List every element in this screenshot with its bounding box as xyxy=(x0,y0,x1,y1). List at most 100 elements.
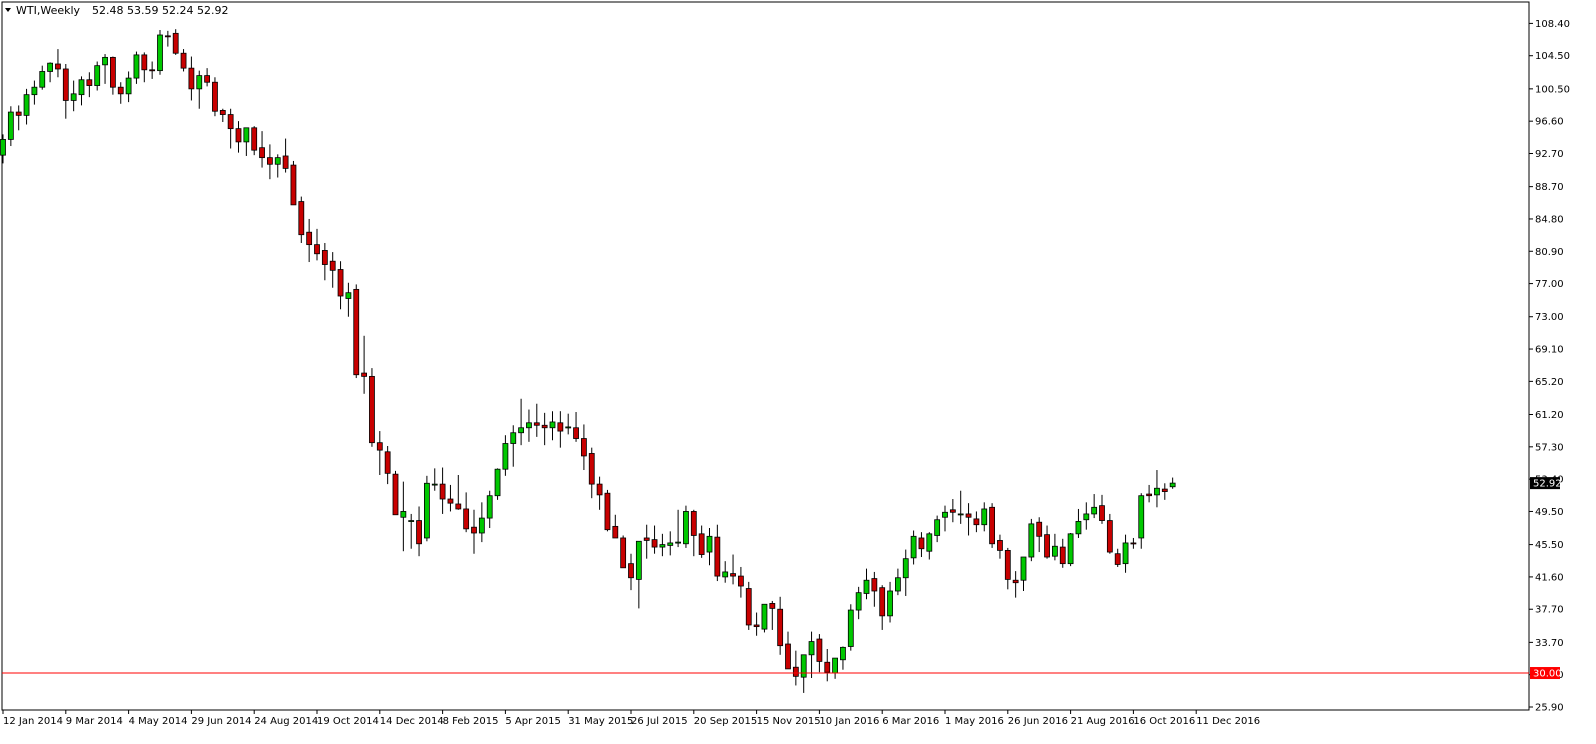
candle-body xyxy=(785,643,791,670)
x-tick-label: 31 May 2015 xyxy=(568,716,633,727)
candle xyxy=(1028,518,1035,562)
candle-body xyxy=(808,641,815,656)
candle-body xyxy=(227,114,234,130)
candle-body xyxy=(188,67,195,90)
x-tick-label: 16 Oct 2016 xyxy=(1133,716,1195,727)
candle-body xyxy=(934,519,941,536)
candle xyxy=(157,30,163,75)
x-tick-label: 1 May 2016 xyxy=(945,716,1004,727)
candle-body xyxy=(620,537,627,569)
candle-body xyxy=(212,81,218,112)
x-tick-label: 26 Jun 2016 xyxy=(1008,716,1068,727)
candle-body xyxy=(455,503,462,510)
candle xyxy=(369,368,375,447)
candle-body xyxy=(792,666,799,677)
candle-body xyxy=(902,558,909,579)
candle-body xyxy=(1146,493,1152,497)
candle-body xyxy=(533,422,540,426)
candle-body xyxy=(753,624,760,628)
candle-body xyxy=(942,511,948,518)
candle-body xyxy=(518,427,524,434)
candle-body xyxy=(879,587,886,617)
y-tick-label: 73.00 xyxy=(1535,312,1564,323)
candle-body xyxy=(840,646,846,661)
candle-body xyxy=(1169,482,1176,488)
candle-body xyxy=(282,155,289,169)
candle-body xyxy=(329,260,336,271)
candle-body xyxy=(596,483,603,496)
x-tick-label: 5 Apr 2015 xyxy=(505,716,560,727)
candle-body xyxy=(1138,495,1145,539)
y-tick-label: 84.80 xyxy=(1535,214,1564,225)
x-tick-label: 12 Jan 2014 xyxy=(3,716,63,727)
candle-body xyxy=(478,517,485,534)
y-tick-label: 80.90 xyxy=(1535,247,1564,258)
candle-body xyxy=(55,63,61,70)
plot-frame xyxy=(1,1,1530,711)
candle-body xyxy=(1099,505,1105,521)
x-tick-label: 29 Jun 2014 xyxy=(191,716,251,727)
candle-body xyxy=(70,93,77,101)
candle xyxy=(172,29,179,55)
candle-body xyxy=(918,537,925,550)
candle-body xyxy=(855,592,862,611)
candle-body xyxy=(1083,513,1090,521)
candle-body xyxy=(557,422,564,432)
candle-body xyxy=(816,638,823,662)
candle-body xyxy=(887,590,893,617)
price-chart[interactable]: WTI,Weekly 52.48 53.59 52.24 52.92 108.4… xyxy=(0,0,1596,744)
candle-body xyxy=(1028,523,1035,558)
candle-body xyxy=(384,451,391,474)
candle-body xyxy=(824,661,831,673)
candle-body xyxy=(635,540,642,580)
candle-body xyxy=(376,442,383,451)
y-tick-label: 69.10 xyxy=(1535,345,1564,356)
candle-body xyxy=(588,453,595,485)
price-axis: 108.40 104.50 100.50 96.60 92.70 88.70 84.80 80… xyxy=(1529,19,1570,714)
candle-body xyxy=(581,438,587,457)
level-tag-label: 30.00 xyxy=(1533,669,1562,680)
candle-body xyxy=(141,54,148,71)
candle-body xyxy=(863,579,870,594)
candle-body xyxy=(463,508,470,530)
candle-body xyxy=(337,269,344,297)
candle-body xyxy=(745,588,752,626)
candle-body xyxy=(471,526,477,534)
candle-body xyxy=(761,603,768,630)
candle-body xyxy=(1059,546,1066,565)
y-tick-label: 57.30 xyxy=(1535,442,1564,453)
candle-body xyxy=(1004,549,1011,580)
y-tick-label: 92.70 xyxy=(1535,149,1564,160)
candle-body xyxy=(549,421,556,429)
candle-body xyxy=(1075,520,1082,535)
y-tick-label: 25.90 xyxy=(1535,703,1564,714)
candle-body xyxy=(604,492,611,531)
candle-body xyxy=(235,128,242,143)
candle-body xyxy=(102,56,108,66)
y-tick-label: 37.70 xyxy=(1535,605,1564,616)
candle-body xyxy=(1114,553,1121,565)
candle-body xyxy=(1106,520,1113,553)
candle-body xyxy=(447,498,454,504)
candle-body xyxy=(266,157,273,165)
candle-body xyxy=(1130,542,1137,545)
candle-body xyxy=(997,540,1003,551)
candle xyxy=(604,489,611,532)
x-tick-label: 11 Dec 2016 xyxy=(1196,716,1260,727)
candle-body xyxy=(321,250,328,265)
candle-body xyxy=(1012,579,1019,584)
candle-body xyxy=(769,603,776,609)
candle-body xyxy=(157,34,163,72)
x-tick-label: 9 Mar 2014 xyxy=(66,716,123,727)
candle-body xyxy=(219,110,226,115)
candle-body xyxy=(243,127,250,143)
candle xyxy=(423,475,430,542)
candle-body xyxy=(667,542,674,546)
candle-body xyxy=(706,535,713,553)
candle xyxy=(761,603,768,633)
candle-body xyxy=(895,577,901,592)
candle-body xyxy=(416,520,422,545)
candle xyxy=(683,505,689,548)
candle-body xyxy=(949,509,956,513)
x-tick-label: 20 Sep 2015 xyxy=(694,716,757,727)
